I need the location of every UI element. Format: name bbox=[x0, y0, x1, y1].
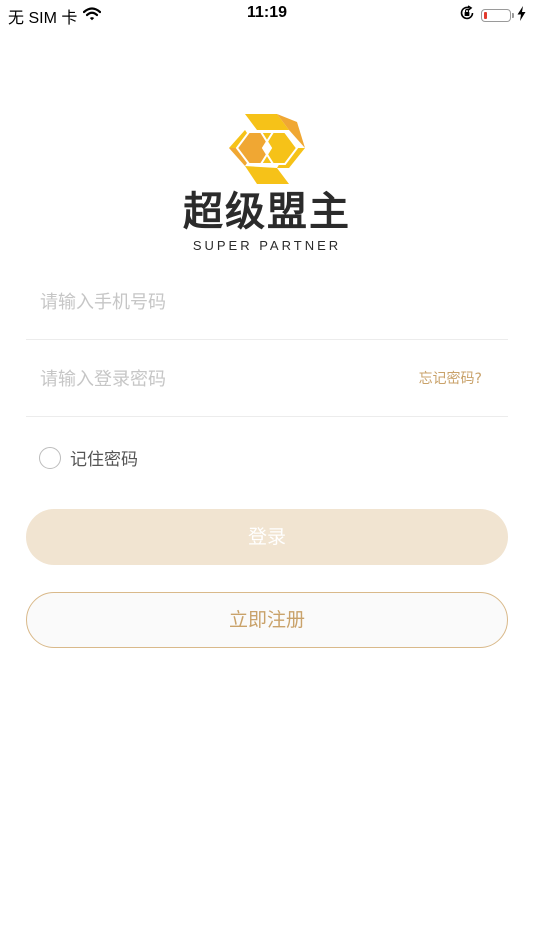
register-button[interactable]: 立即注册 bbox=[26, 592, 508, 648]
password-input[interactable] bbox=[40, 341, 400, 417]
phone-input[interactable] bbox=[40, 264, 400, 340]
orientation-lock-icon bbox=[459, 5, 475, 26]
remember-password-toggle[interactable]: 记住密码 bbox=[39, 445, 138, 470]
logo-mark-icon bbox=[229, 114, 305, 184]
login-button[interactable]: 登录 bbox=[26, 509, 508, 565]
status-time: 11:19 bbox=[246, 4, 288, 21]
phone-field bbox=[26, 264, 508, 340]
remember-radio[interactable] bbox=[39, 446, 61, 469]
logo-subtitle: SUPER PARTNER bbox=[192, 238, 342, 253]
remember-label: 记住密码 bbox=[70, 450, 138, 470]
status-bar: 无 SIM 卡 11:19 bbox=[0, 0, 534, 30]
status-right bbox=[459, 5, 526, 26]
forgot-password-link[interactable]: 忘记密码? bbox=[419, 341, 482, 417]
login-screen: 无 SIM 卡 11:19 超级盟主 SUPER PARTNER 请输入手机号码… bbox=[0, 0, 534, 950]
charging-icon bbox=[517, 5, 526, 26]
logo-name: 超级盟主 bbox=[183, 189, 351, 235]
password-field: 忘记密码? bbox=[26, 341, 508, 417]
app-logo: 超级盟主 SUPER PARTNER bbox=[0, 112, 534, 253]
battery-level bbox=[484, 12, 487, 19]
battery-icon bbox=[481, 9, 514, 22]
